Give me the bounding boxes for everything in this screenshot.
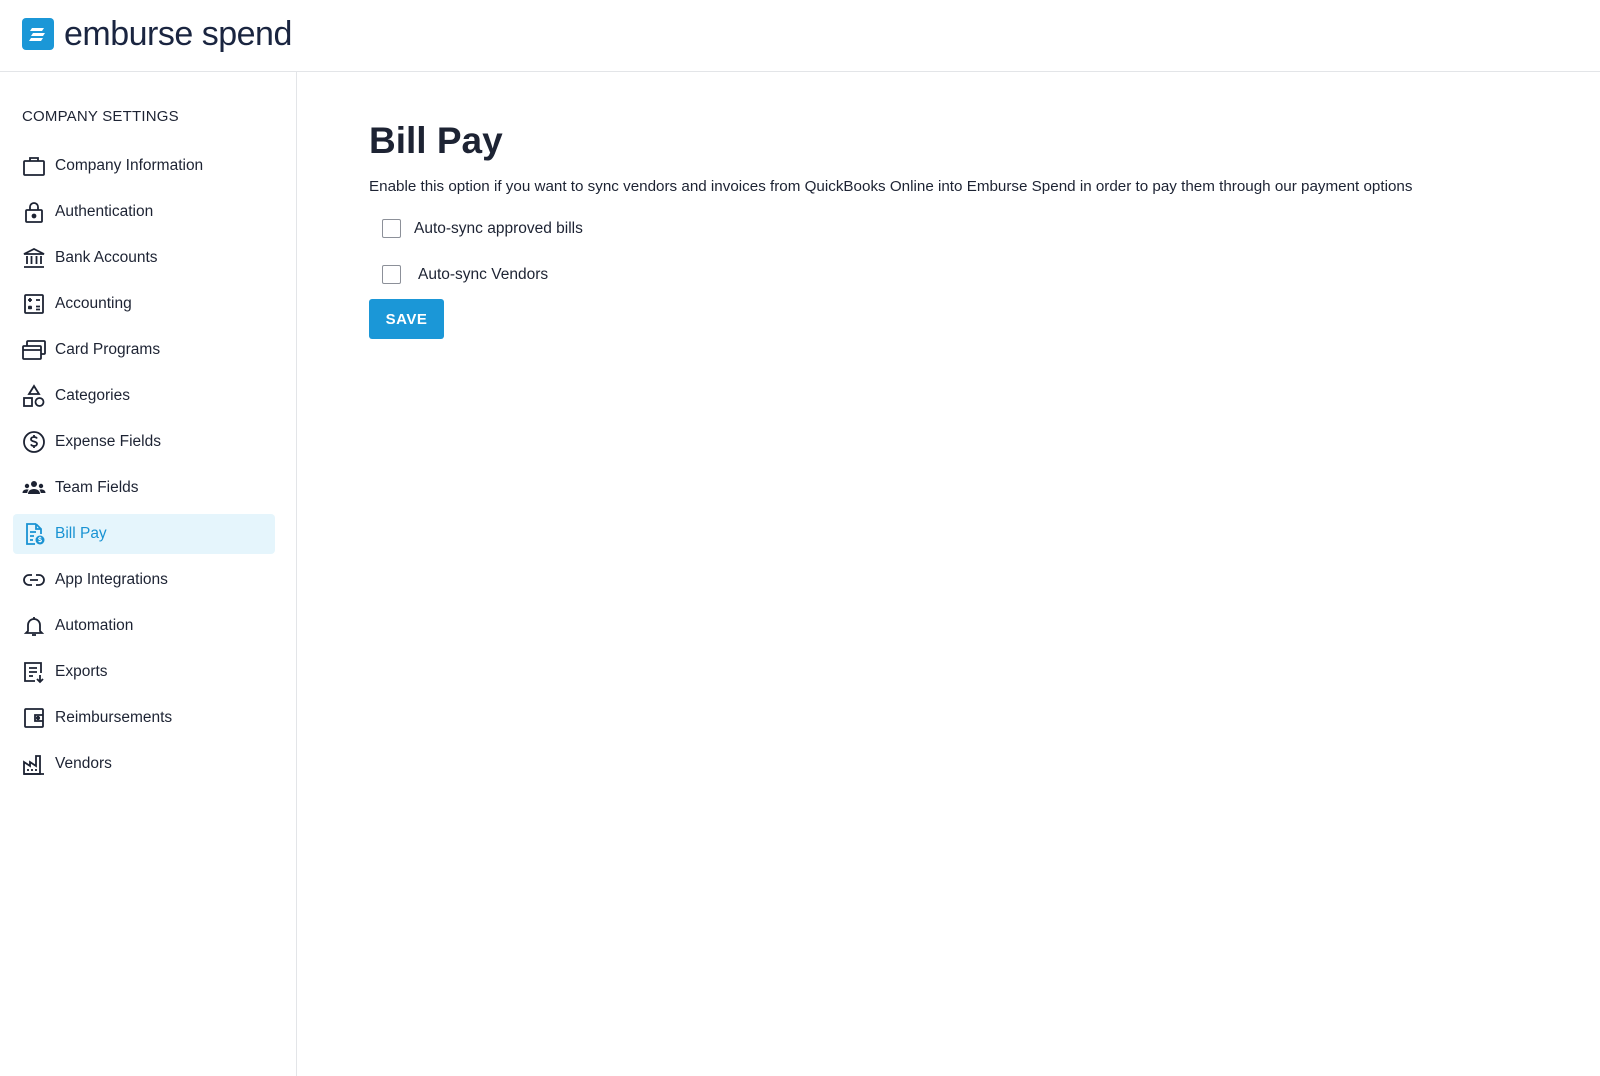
lock-icon xyxy=(22,200,46,224)
export-icon xyxy=(22,660,46,684)
sidebar-item-authentication[interactable]: Authentication xyxy=(13,192,275,232)
wallet-icon xyxy=(22,706,46,730)
sidebar-item-bill-pay[interactable]: Bill Pay xyxy=(13,514,275,554)
team-icon xyxy=(22,476,46,500)
sidebar-item-expense-fields[interactable]: Expense Fields xyxy=(13,422,275,462)
logo-word-spend: spend xyxy=(201,15,293,53)
sidebar-item-label: Authentication xyxy=(55,203,154,220)
sidebar-item-label: Bank Accounts xyxy=(55,249,158,266)
bill-icon xyxy=(22,522,46,546)
sidebar-item-label: Team Fields xyxy=(55,479,139,496)
auto-sync-approved-bills-checkbox[interactable] xyxy=(382,219,401,238)
auto-sync-vendors-option[interactable]: Auto-sync Vendors xyxy=(382,265,548,284)
sidebar-item-company-information[interactable]: Company Information xyxy=(13,146,275,186)
sidebar-item-label: Company Information xyxy=(55,157,204,174)
factory-icon xyxy=(22,752,46,776)
bell-icon xyxy=(22,614,46,638)
sidebar-item-label: App Integrations xyxy=(55,571,168,588)
logo-word-emburse: emburse xyxy=(64,15,193,53)
auto-sync-vendors-checkbox[interactable] xyxy=(382,265,401,284)
sidebar-item-label: Bill Pay xyxy=(55,525,107,542)
sidebar-item-label: Accounting xyxy=(55,295,132,312)
save-button[interactable]: SAVE xyxy=(369,299,444,339)
dollar-circle-icon xyxy=(22,430,46,454)
cards-icon xyxy=(22,338,46,362)
settings-sidebar: COMPANY SETTINGS Company Information Aut… xyxy=(0,72,297,1076)
logo-wordmark: emburse spend xyxy=(64,16,292,52)
link-icon xyxy=(22,568,46,592)
sidebar-item-exports[interactable]: Exports xyxy=(13,652,275,692)
emburse-spend-logo[interactable]: emburse spend xyxy=(22,16,292,52)
sidebar-item-label: Exports xyxy=(55,663,108,680)
sidebar-item-vendors[interactable]: Vendors xyxy=(13,744,275,784)
emburse-logo-icon xyxy=(22,18,54,50)
sidebar-item-reimbursements[interactable]: Reimbursements xyxy=(13,698,275,738)
sidebar-item-card-programs[interactable]: Card Programs xyxy=(13,330,275,370)
sidebar-item-label: Automation xyxy=(55,617,134,634)
sidebar-heading: COMPANY SETTINGS xyxy=(22,108,179,125)
sidebar-item-label: Categories xyxy=(55,387,130,404)
sidebar-item-app-integrations[interactable]: App Integrations xyxy=(13,560,275,600)
bank-icon xyxy=(22,246,46,270)
sidebar-item-accounting[interactable]: Accounting xyxy=(13,284,275,324)
sidebar-item-bank-accounts[interactable]: Bank Accounts xyxy=(13,238,275,278)
auto-sync-vendors-label: Auto-sync Vendors xyxy=(418,265,549,283)
sidebar-item-team-fields[interactable]: Team Fields xyxy=(13,468,275,508)
sidebar-item-label: Expense Fields xyxy=(55,433,161,450)
sidebar-item-label: Vendors xyxy=(55,755,112,772)
sidebar-item-label: Reimbursements xyxy=(55,709,173,726)
briefcase-icon xyxy=(22,154,46,178)
top-bar: emburse spend xyxy=(0,0,1600,72)
settings-nav: Company Information Authentication Bank … xyxy=(13,146,275,790)
page-description: Enable this option if you want to sync v… xyxy=(369,178,1413,195)
calculator-icon xyxy=(22,292,46,316)
sidebar-item-label: Card Programs xyxy=(55,341,161,358)
shapes-icon xyxy=(22,384,46,408)
auto-sync-approved-bills-label: Auto-sync approved bills xyxy=(414,219,583,237)
sidebar-item-categories[interactable]: Categories xyxy=(13,376,275,416)
page-title: Bill Pay xyxy=(369,120,503,161)
sidebar-item-automation[interactable]: Automation xyxy=(13,606,275,646)
auto-sync-approved-bills-option[interactable]: Auto-sync approved bills xyxy=(382,219,583,238)
